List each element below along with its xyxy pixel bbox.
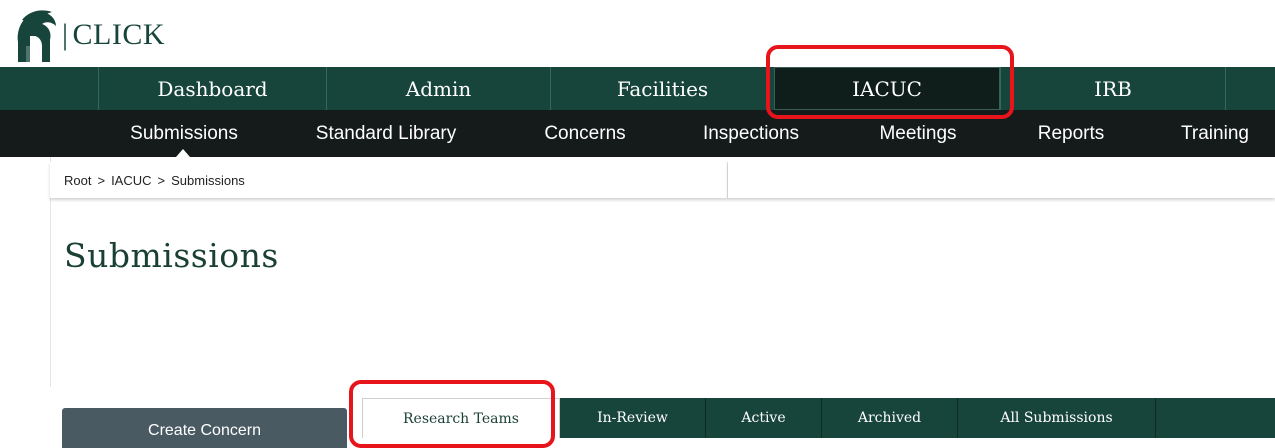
breadcrumb-root[interactable]: Root <box>64 173 91 188</box>
primary-tab-irb[interactable]: IRB <box>1000 67 1225 110</box>
tab-in-review[interactable]: In-Review <box>560 398 706 438</box>
primary-tab-dashboard[interactable]: Dashboard <box>98 67 326 110</box>
primary-tab-overflow[interactable] <box>1225 67 1275 110</box>
brand-divider: | <box>62 18 69 51</box>
secondary-item-standard-library[interactable]: Standard Library <box>290 110 482 157</box>
page: | CLICK Dashboard Admin Facilities IACUC … <box>0 0 1275 448</box>
secondary-item-meetings[interactable]: Meetings <box>858 110 978 157</box>
page-title: Submissions <box>64 236 279 275</box>
primary-tab-admin[interactable]: Admin <box>326 67 550 110</box>
primary-nav: Dashboard Admin Facilities IACUC IRB <box>0 67 1275 110</box>
secondary-item-reports[interactable]: Reports <box>1016 110 1126 157</box>
secondary-item-inspections[interactable]: Inspections <box>682 110 820 157</box>
tab-archived[interactable]: Archived <box>822 398 958 438</box>
breadcrumb-separator: > <box>157 173 166 188</box>
secondary-item-training[interactable]: Training <box>1160 110 1270 157</box>
tab-all-submissions[interactable]: All Submissions <box>958 398 1156 438</box>
primary-tab-iacuc[interactable]: IACUC <box>774 67 1000 110</box>
spartan-helmet-icon[interactable] <box>8 6 60 64</box>
breadcrumb-iacuc[interactable]: IACUC <box>111 173 151 188</box>
secondary-nav: Submissions Standard Library Concerns In… <box>0 110 1275 157</box>
tab-active[interactable]: Active <box>706 398 822 438</box>
brand-name[interactable]: | CLICK <box>62 18 165 52</box>
primary-tab-facilities[interactable]: Facilities <box>550 67 774 110</box>
brand-header: | CLICK <box>0 0 1275 66</box>
brand-label: CLICK <box>72 18 166 51</box>
secondary-item-concerns[interactable]: Concerns <box>520 110 650 157</box>
breadcrumb-separator: > <box>97 173 106 188</box>
active-indicator-caret <box>176 149 190 157</box>
breadcrumb: Root > IACUC > Submissions <box>64 173 245 188</box>
create-concern-button[interactable]: Create Concern <box>62 408 347 448</box>
breadcrumb-right-panel <box>728 162 1275 198</box>
tab-research-teams[interactable]: Research Teams <box>362 398 560 438</box>
breadcrumb-submissions[interactable]: Submissions <box>171 173 245 188</box>
